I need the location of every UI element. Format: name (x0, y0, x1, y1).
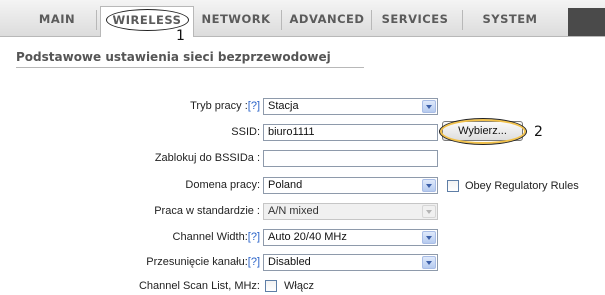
tab-bar-end (568, 8, 605, 36)
standard-label: Praca w standardzie : (154, 205, 260, 217)
scan-list-label: Channel Scan List, MHz: (138, 280, 260, 292)
channel-width-label: Channel Width:[?] (172, 231, 260, 243)
mode-label: Tryb pracy :[?] (190, 100, 260, 112)
channel-width-select[interactable]: Auto 20/40 MHz (263, 229, 438, 246)
bssid-lock-label: Zablokuj do BSSIDa : (154, 152, 260, 164)
callout-number-1: 1 (176, 28, 185, 44)
mode-help-link[interactable]: [?] (248, 100, 260, 112)
tab-separator (96, 10, 97, 30)
callout-select-ring (439, 118, 527, 145)
main-tab-bar: MAIN WIRELESS NETWORK ADVANCED SERVICES … (0, 0, 605, 37)
tab-advanced[interactable]: ADVANCED (287, 8, 367, 30)
channel-width-help-link[interactable]: [?] (248, 231, 260, 243)
channel-width-value: Auto 20/40 MHz (268, 231, 347, 243)
mode-value: Stacja (268, 100, 299, 112)
chevron-down-icon (422, 256, 436, 269)
callout-number-2: 2 (534, 124, 543, 140)
section-title: Podstawowe ustawienia sieci bezprzewodow… (16, 50, 331, 64)
obey-regulatory-label: Obey Regulatory Rules (465, 180, 579, 192)
chevron-down-icon (422, 179, 436, 192)
chevron-down-icon (422, 100, 436, 113)
channel-shift-select[interactable]: Disabled (263, 254, 438, 271)
bssid-lock-input[interactable] (263, 150, 438, 167)
tab-separator (371, 10, 372, 30)
tab-system[interactable]: SYSTEM (470, 8, 550, 30)
tab-main[interactable]: MAIN (22, 8, 92, 30)
tab-services[interactable]: SERVICES (375, 8, 455, 30)
domain-value: Poland (268, 179, 303, 191)
channel-shift-label: Przesunięcie kanału:[?] (146, 256, 260, 268)
section-divider (16, 67, 364, 68)
ssid-input[interactable]: biuro1111 (263, 124, 438, 141)
tab-separator (462, 10, 463, 30)
tab-separator (281, 10, 282, 30)
scan-list-enable-checkbox[interactable] (265, 280, 277, 292)
chevron-down-icon (422, 231, 436, 244)
ssid-label: SSID: (231, 126, 260, 138)
domain-select[interactable]: Poland (263, 177, 438, 194)
standard-value: A/N mixed (268, 205, 319, 217)
chevron-down-icon (422, 205, 436, 218)
standard-select: A/N mixed (263, 203, 438, 220)
scan-list-enable-label: Włącz (284, 280, 314, 292)
mode-select[interactable]: Stacja (263, 98, 438, 115)
channel-shift-help-link[interactable]: [?] (248, 256, 260, 268)
obey-regulatory-checkbox[interactable] (447, 180, 459, 192)
tab-network[interactable]: NETWORK (196, 8, 276, 30)
domain-label: Domena pracy: (185, 179, 260, 191)
channel-shift-value: Disabled (268, 256, 311, 268)
